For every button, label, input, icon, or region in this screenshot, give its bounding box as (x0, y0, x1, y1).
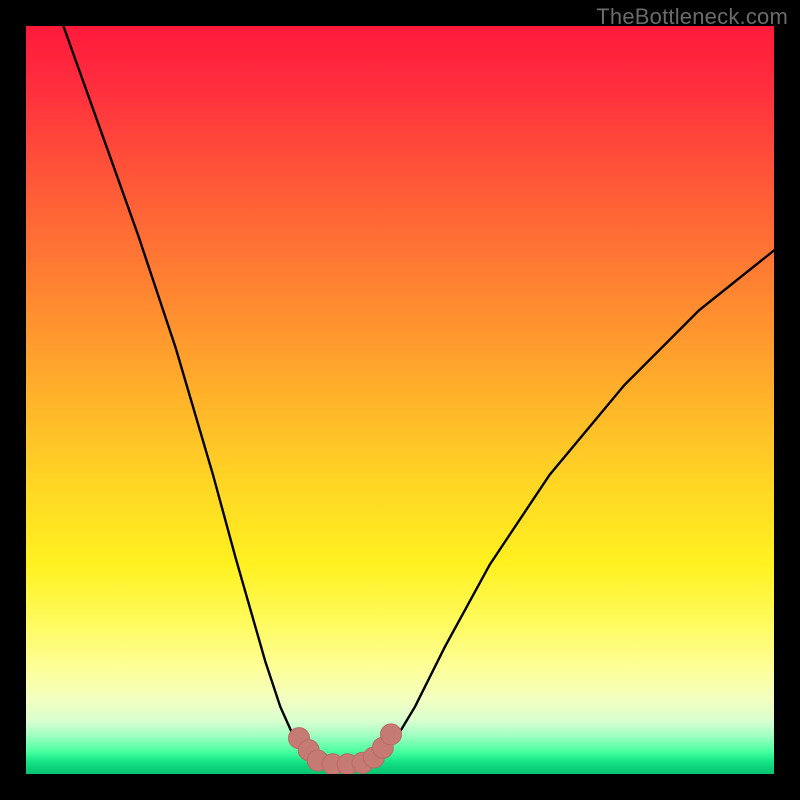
watermark-text: TheBottleneck.com (596, 4, 788, 30)
chart-svg (26, 26, 774, 774)
outer-frame: TheBottleneck.com (0, 0, 800, 800)
plot-area (26, 26, 774, 774)
marker-dot (381, 724, 402, 745)
marker-dots (289, 724, 402, 774)
bottleneck-curve-right (378, 250, 774, 760)
bottleneck-curve-left (63, 26, 317, 763)
